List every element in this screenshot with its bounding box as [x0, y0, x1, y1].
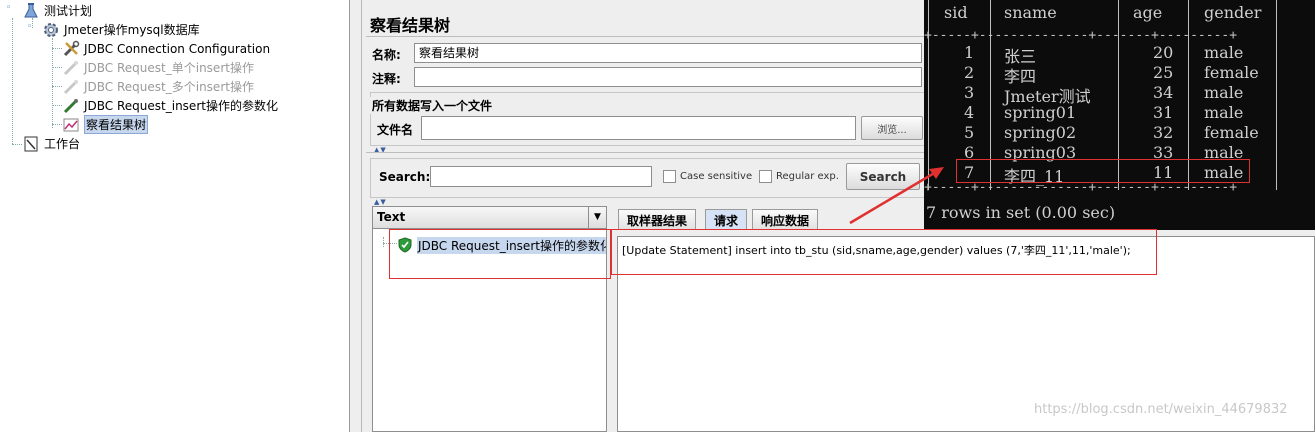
column-header: sname: [1004, 3, 1057, 22]
tree-item-label: 测试计划: [44, 4, 93, 18]
sampler-pipette-icon: [62, 59, 80, 77]
listener-chart-icon: [62, 116, 80, 134]
search-label: Search:: [379, 170, 431, 184]
cell-age: 32: [1153, 123, 1174, 142]
pane-splitter[interactable]: [350, 0, 362, 432]
table-row: 3 Jmeter测试 34 male: [924, 83, 1315, 106]
config-wrench-icon: [62, 40, 80, 58]
regex-label: Regular exp.: [776, 171, 839, 182]
cell-gender: male: [1204, 83, 1244, 102]
test-plan-tree: ◦ ◦ 测试计划 Jmeter操作mysql数据库 JDBC Connectio…: [0, 0, 350, 432]
tab-sampler-result[interactable]: 取样器结果: [618, 209, 697, 229]
section-divider: [366, 152, 926, 153]
tree-item-jdbc-request-single[interactable]: JDBC Request_单个insert操作: [62, 58, 254, 77]
tree-item-label: 工作台: [44, 137, 81, 151]
tree-item-jdbc-connection-config[interactable]: JDBC Connection Configuration: [62, 39, 270, 58]
table-row: 5 spring02 32 female: [924, 123, 1315, 143]
cell-sid: 4: [964, 103, 975, 122]
thread-group-gear-icon: [42, 21, 60, 39]
tree-item-jdbc-request-multi[interactable]: JDBC Request_多个insert操作: [62, 77, 254, 96]
tree-connector: [52, 86, 62, 87]
tree-expand-toggle-icon[interactable]: ◦: [6, 4, 15, 13]
case-sensitive-label: Case sensitive: [680, 171, 753, 182]
browse-button[interactable]: 浏览...: [861, 116, 923, 140]
column-header: sid: [944, 3, 968, 22]
cell-sid: 2: [964, 63, 975, 82]
highlight-result-item: [389, 229, 611, 279]
tree-item-workbench[interactable]: 工作台: [22, 134, 80, 153]
cell-sid: 3: [964, 83, 975, 102]
cell-gender: female: [1204, 63, 1259, 82]
highlight-new-row: [956, 159, 1250, 183]
tree-item-label: JDBC Connection Configuration: [84, 41, 271, 56]
table-row: 2 李四 25 female: [924, 63, 1315, 86]
tree-item-label: 察看结果树: [84, 115, 149, 134]
table-header-row: sid sname age gender: [924, 3, 1315, 23]
filename-input[interactable]: [421, 116, 856, 140]
cell-sname: spring01: [1004, 103, 1077, 122]
tree-connector: [52, 67, 62, 68]
name-label: 名称:: [372, 48, 401, 62]
highlight-request-text: [611, 229, 1157, 275]
cell-sid: 5: [964, 123, 975, 142]
regex-checkbox[interactable]: [759, 170, 772, 183]
tree-item-label: JDBC Request_多个insert操作: [84, 80, 254, 94]
cell-gender: male: [1204, 43, 1244, 62]
tree-item-label: JDBC Request_单个insert操作: [84, 61, 254, 75]
test-plan-flask-icon: [22, 2, 40, 20]
table-row: 4 spring01 31 male: [924, 103, 1315, 123]
tree-connector: [12, 144, 22, 145]
tree-expand-toggle-icon[interactable]: ◦: [27, 23, 36, 32]
mysql-terminal: +-----+--------------+-------+---------+…: [924, 0, 1315, 230]
cell-age: 25: [1153, 63, 1174, 82]
table-row: 1 张三 20 male: [924, 43, 1315, 66]
cell-gender: female: [1204, 123, 1259, 142]
table-border: +-----+--------------+-------+---------+: [924, 28, 1238, 43]
comment-label: 注释:: [372, 72, 401, 86]
case-sensitive-checkbox[interactable]: [663, 170, 676, 183]
tree-connector: [52, 48, 62, 49]
tree-item-label: Jmeter操作mysql数据库: [64, 23, 200, 37]
name-input[interactable]: 察看结果树: [414, 43, 922, 63]
tree-connector: [12, 18, 13, 144]
cell-age: 34: [1153, 83, 1174, 102]
write-to-file-title: 所有数据写入一个文件: [370, 97, 495, 114]
search-input[interactable]: [430, 166, 652, 187]
column-header: age: [1133, 3, 1163, 22]
tab-request[interactable]: 请求: [705, 209, 748, 229]
renderer-select-value: Text: [377, 210, 406, 224]
tree-connector: [52, 105, 62, 106]
comment-input[interactable]: [414, 67, 922, 87]
tree-item-thread-group[interactable]: Jmeter操作mysql数据库: [42, 20, 200, 39]
query-footer: 7 rows in set (0.00 sec): [926, 203, 1116, 222]
column-header: gender: [1204, 3, 1262, 22]
tab-response-data[interactable]: 响应数据: [752, 209, 819, 229]
tree-connector: [52, 38, 53, 128]
filename-label: 文件名: [377, 123, 414, 137]
title-divider: [366, 36, 926, 37]
renderer-select[interactable]: Text ▼: [373, 207, 606, 229]
cell-gender: male: [1204, 103, 1244, 122]
tree-item-jdbc-request-param[interactable]: JDBC Request_insert操作的参数化: [62, 96, 278, 115]
cell-sname: spring02: [1004, 123, 1077, 142]
tree-connector: [383, 237, 384, 247]
chevron-down-icon[interactable]: ▼: [588, 207, 606, 228]
tree-item-view-results-tree[interactable]: 察看结果树: [62, 115, 149, 134]
sampler-pipette-icon: [62, 78, 80, 96]
search-button[interactable]: Search: [846, 163, 920, 190]
cell-sid: 1: [964, 43, 975, 62]
cell-age: 20: [1153, 43, 1174, 62]
sampler-pipette-icon: [62, 97, 80, 115]
watermark: https://blog.csdn.net/weixin_44679832: [1034, 402, 1288, 417]
collapse-arrows-icon[interactable]: ▲▼: [374, 198, 387, 206]
tree-item-label: JDBC Request_insert操作的参数化: [84, 99, 278, 113]
tree-connector: [52, 124, 62, 125]
cell-age: 31: [1153, 103, 1174, 122]
workbench-notepad-icon: [22, 135, 40, 153]
tree-item-test-plan[interactable]: 测试计划: [22, 1, 92, 20]
page-title: 察看结果树: [370, 16, 451, 35]
